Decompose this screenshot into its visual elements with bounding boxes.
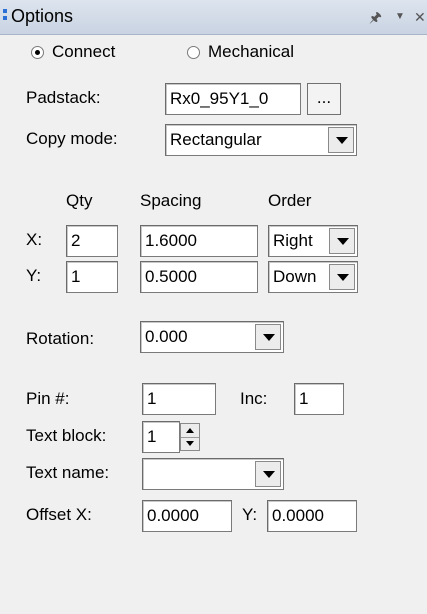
chevron-down-icon[interactable] (328, 127, 354, 153)
text-name-select[interactable] (142, 458, 284, 490)
pin-field[interactable]: 1 (142, 383, 216, 415)
padstack-field[interactable]: Rx0_95Y1_0 (165, 83, 301, 115)
chevron-down-icon[interactable] (329, 264, 355, 290)
x-label: X: (26, 230, 43, 249)
offset-y-field[interactable]: 0.0000 (267, 500, 357, 532)
mechanical-label[interactable]: Mechanical (208, 40, 294, 64)
pushpin-icon[interactable]: 🖈︎ (369, 7, 382, 27)
copy-mode-select[interactable]: Rectangular (165, 124, 357, 156)
panel-titlebar[interactable]: Options 🖈︎ ▼ ✕ (0, 0, 427, 35)
rotation-select[interactable]: 0.000 (140, 321, 284, 353)
y-order-select[interactable]: Down (268, 261, 358, 293)
inc-label: Inc: (240, 389, 268, 408)
dropdown-menu-icon[interactable]: ▼ (395, 7, 405, 27)
copy-mode-value: Rectangular (170, 130, 262, 149)
qty-header: Qty (66, 191, 93, 210)
grip-icon (3, 9, 7, 25)
text-block-spinner[interactable] (180, 423, 200, 451)
rotation-value: 0.000 (145, 327, 188, 346)
close-icon[interactable]: ✕ (414, 7, 426, 27)
connect-label[interactable]: Connect (52, 40, 115, 64)
spacing-header: Spacing (140, 191, 202, 210)
options-panel: Options 🖈︎ ▼ ✕ Connect Mechanical Padsta… (0, 0, 427, 614)
offset-y-label: Y: (242, 505, 258, 524)
pin-label: Pin #: (26, 389, 70, 408)
y-spacing-field[interactable]: 0.5000 (140, 261, 258, 293)
copy-mode-label: Copy mode: (26, 129, 118, 148)
text-name-label: Text name: (26, 463, 110, 482)
x-order-value: Right (273, 231, 313, 250)
y-order-value: Down (273, 267, 317, 286)
inc-field[interactable]: 1 (294, 383, 344, 415)
text-block-label: Text block: (26, 426, 107, 445)
padstack-browse-button[interactable]: ... (307, 83, 341, 115)
spin-up-icon[interactable] (181, 424, 199, 438)
offset-x-label: Offset X: (26, 505, 92, 524)
panel-title: Options (11, 6, 74, 26)
spin-down-icon[interactable] (181, 437, 199, 450)
y-qty-field[interactable]: 1 (66, 261, 118, 293)
mechanical-radio[interactable] (187, 46, 200, 59)
chevron-down-icon[interactable] (255, 324, 281, 350)
rotation-label: Rotation: (26, 329, 95, 348)
chevron-down-icon[interactable] (255, 461, 281, 487)
text-block-field[interactable]: 1 (142, 421, 180, 453)
x-order-select[interactable]: Right (268, 225, 358, 257)
order-header: Order (268, 191, 312, 210)
padstack-label: Padstack: (26, 88, 101, 107)
offset-x-field[interactable]: 0.0000 (142, 500, 232, 532)
y-label: Y: (26, 266, 42, 285)
x-spacing-field[interactable]: 1.6000 (140, 225, 258, 257)
chevron-down-icon[interactable] (329, 228, 355, 254)
connect-radio[interactable] (31, 46, 44, 59)
x-qty-field[interactable]: 2 (66, 225, 118, 257)
